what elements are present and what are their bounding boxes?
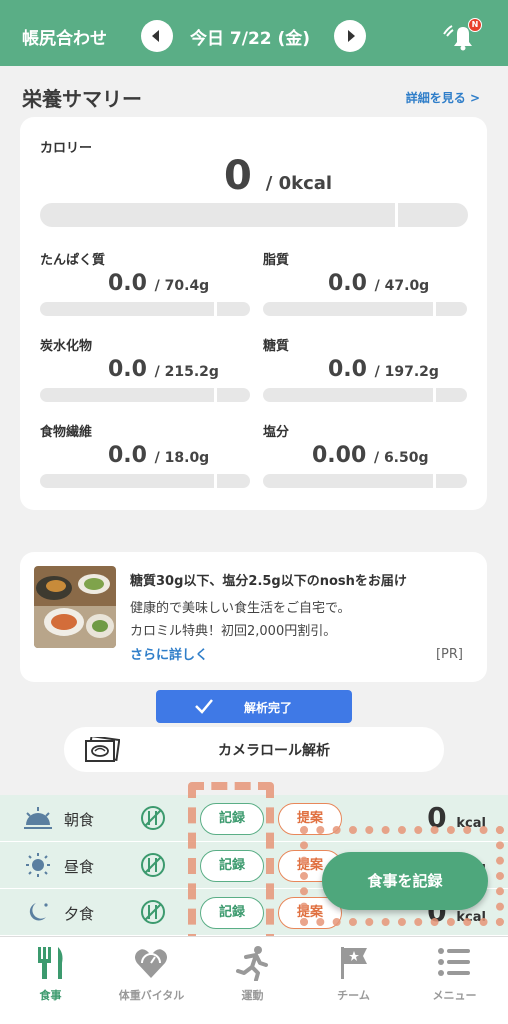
meal-name: 夕食 bbox=[64, 905, 95, 923]
tab-label: メニュー bbox=[432, 989, 477, 1002]
notification-badge: N bbox=[468, 18, 482, 32]
salt-progress-bar bbox=[263, 474, 467, 488]
nutrition-summary-card: カロリー 0 / 0kcal たんぱく質 0.0 / 70.4g 脂質 0.0 … bbox=[20, 117, 487, 510]
bottom-tab-bar: 食事 体重バイタル 運動 チーム メニュー bbox=[0, 936, 508, 1024]
fiber-label: 食物繊維 bbox=[40, 425, 93, 440]
tab-exercise[interactable]: 運動 bbox=[202, 937, 303, 1024]
section-title: 栄養サマリー bbox=[22, 87, 142, 111]
sugar-value: 0.0 / 197.2g bbox=[328, 357, 439, 382]
food-photo bbox=[34, 566, 116, 648]
tab-label: 食事 bbox=[39, 989, 62, 1002]
salt-label: 塩分 bbox=[263, 425, 290, 440]
chevron-right-icon bbox=[348, 30, 355, 42]
meal-name: 朝食 bbox=[64, 811, 95, 829]
sunrise-icon bbox=[24, 807, 52, 829]
heart-scale-icon bbox=[135, 949, 167, 978]
tap-highlight-record bbox=[188, 782, 274, 950]
camera-roll-label: カメラロール解析 bbox=[218, 743, 330, 759]
app-header: 帳尻合わせ 今日 7/22 (金) N bbox=[0, 0, 508, 66]
tab-meal[interactable]: 食事 bbox=[0, 937, 101, 1024]
tab-weight-vitals[interactable]: 体重バイタル bbox=[101, 937, 202, 1024]
moon-icon bbox=[29, 903, 48, 921]
promo-text-1: 健康的で美味しい食生活をご自宅で。 bbox=[130, 601, 351, 616]
chevron-left-icon bbox=[152, 30, 159, 42]
no-meal-icon[interactable] bbox=[140, 805, 166, 831]
fork-knife-icon bbox=[38, 947, 63, 979]
protein-label: たんぱく質 bbox=[40, 253, 106, 268]
calorie-label: カロリー bbox=[40, 141, 93, 156]
analysis-complete-label: 解析完了 bbox=[244, 701, 293, 715]
tab-menu[interactable]: メニュー bbox=[404, 937, 505, 1024]
carbs-value: 0.0 / 215.2g bbox=[108, 357, 219, 382]
record-meal-fab[interactable]: 食事を記録 bbox=[322, 852, 488, 910]
fat-value: 0.0 / 47.0g bbox=[328, 271, 430, 296]
fiber-value: 0.0 / 18.0g bbox=[108, 443, 210, 468]
tab-team[interactable]: チーム bbox=[303, 937, 404, 1024]
menu-list-icon bbox=[438, 948, 470, 976]
carbs-progress-bar bbox=[40, 388, 250, 402]
protein-progress-bar bbox=[40, 302, 250, 316]
sun-icon bbox=[26, 853, 50, 877]
no-meal-icon[interactable] bbox=[140, 899, 166, 925]
running-icon bbox=[236, 946, 268, 981]
no-meal-icon[interactable] bbox=[140, 852, 166, 878]
protein-value: 0.0 / 70.4g bbox=[108, 271, 210, 296]
sugar-progress-bar bbox=[263, 388, 467, 402]
prev-day-button[interactable] bbox=[141, 20, 173, 52]
sugar-label: 糖質 bbox=[263, 339, 290, 354]
camera-roll-analysis-button[interactable]: カメラロール解析 bbox=[64, 727, 444, 772]
tab-label: 体重バイタル bbox=[118, 989, 185, 1002]
flag-icon bbox=[341, 947, 367, 979]
current-date: 今日 7/22 (金) bbox=[190, 29, 311, 49]
checkmark-icon bbox=[195, 699, 213, 714]
promo-text-2: カロミル特典！初回2,000円割引。 bbox=[130, 624, 337, 639]
pr-label: [PR] bbox=[435, 647, 463, 662]
calorie-value: 0 / 0kcal bbox=[224, 153, 333, 199]
fiber-progress-bar bbox=[40, 474, 250, 488]
tab-label: 運動 bbox=[241, 989, 264, 1002]
app-title: 帳尻合わせ bbox=[22, 29, 107, 49]
promo-headline: 糖質30g以下、塩分2.5g以下のnoshをお届け bbox=[130, 574, 407, 589]
fat-label: 脂質 bbox=[263, 253, 290, 268]
next-day-button[interactable] bbox=[334, 20, 366, 52]
carbs-label: 炭水化物 bbox=[40, 339, 93, 354]
meal-name: 昼食 bbox=[64, 858, 95, 876]
calorie-progress-bar bbox=[40, 203, 468, 227]
photo-plate-icon bbox=[85, 737, 120, 762]
fat-progress-bar bbox=[263, 302, 467, 316]
promo-more-link[interactable]: さらに詳しく bbox=[130, 644, 208, 663]
salt-value: 0.00 / 6.50g bbox=[312, 443, 429, 468]
detail-link[interactable]: 詳細を見る > bbox=[406, 89, 480, 106]
promo-banner[interactable]: 糖質30g以下、塩分2.5g以下のnoshをお届け 健康的で美味しい食生活をご自… bbox=[20, 552, 487, 682]
analysis-complete-button[interactable]: 解析完了 bbox=[156, 690, 352, 723]
tab-label: チーム bbox=[337, 989, 370, 1002]
